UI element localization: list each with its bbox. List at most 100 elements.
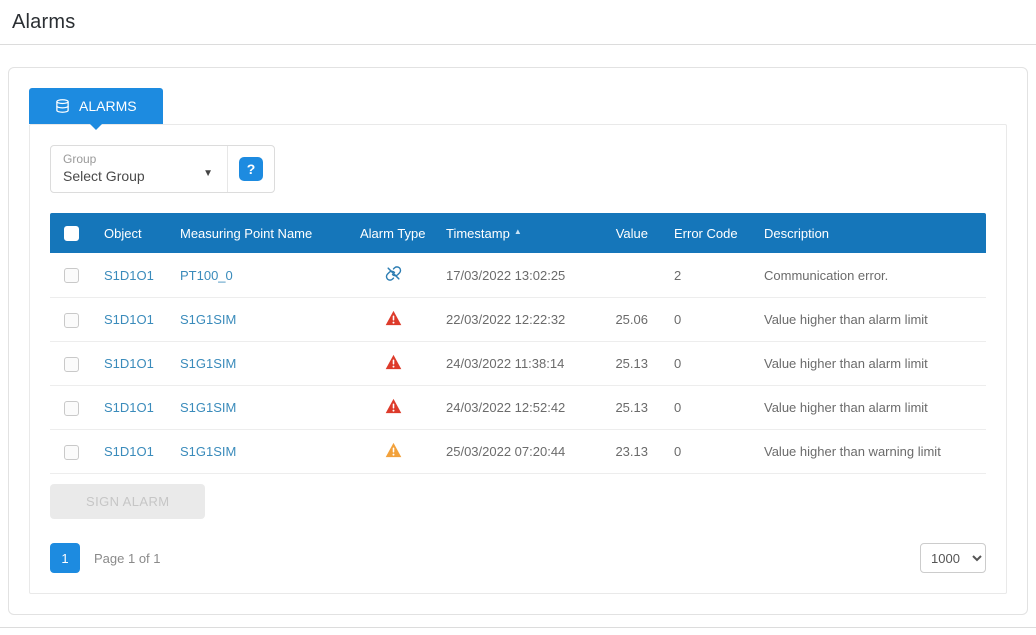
object-cell: S1D1O1 [94, 298, 170, 342]
measuring-point-link[interactable]: S1G1SIM [180, 356, 236, 371]
alarms-table: Object Measuring Point Name Alarm Type T… [50, 213, 986, 474]
row-checkbox-cell [50, 298, 94, 342]
alarm-type-cell [350, 342, 436, 386]
value-cell [598, 253, 658, 298]
object-link[interactable]: S1D1O1 [104, 444, 154, 459]
table-row: S1D1O1 S1G1SIM 24/03/2022 12:52:4225.130Va… [50, 386, 986, 430]
select-all-checkbox[interactable] [64, 226, 79, 241]
description-cell: Value higher than warning limit [754, 430, 986, 474]
column-header-value[interactable]: Value [598, 213, 658, 253]
value-cell: 25.13 [598, 386, 658, 430]
column-header-alarm-type[interactable]: Alarm Type [350, 213, 436, 253]
value-cell: 25.06 [598, 298, 658, 342]
row-checkbox[interactable] [64, 357, 79, 372]
column-header-error-code[interactable]: Error Code [658, 213, 754, 253]
chevron-down-icon: ▼ [203, 168, 213, 179]
value-cell: 25.13 [598, 342, 658, 386]
timestamp-cell: 17/03/2022 13:02:25 [436, 253, 598, 298]
timestamp-header-label: Timestamp [446, 226, 510, 241]
measuring-point-link[interactable]: PT100_0 [180, 268, 233, 283]
bottom-divider [0, 627, 1036, 635]
table-row: S1D1O1 S1G1SIM 25/03/2022 07:20:4423.130Va… [50, 430, 986, 474]
timestamp-cell: 25/03/2022 07:20:44 [436, 430, 598, 474]
pagination: 1 Page 1 of 1 1000 [50, 519, 986, 573]
row-checkbox[interactable] [64, 268, 79, 283]
row-checkbox-cell [50, 386, 94, 430]
database-icon [55, 98, 70, 114]
page-1-button[interactable]: 1 [50, 543, 80, 573]
warning-triangle-icon [385, 442, 402, 458]
group-selected-value: Select Group [63, 167, 145, 186]
row-checkbox-cell [50, 253, 94, 298]
sort-asc-icon: ▲ [514, 227, 522, 236]
column-header-timestamp[interactable]: Timestamp ▲ [436, 213, 598, 253]
error-code-cell: 0 [658, 430, 754, 474]
page-size-select[interactable]: 1000 [920, 543, 986, 573]
measuring-point-link[interactable]: S1G1SIM [180, 444, 236, 459]
table-header-row: Object Measuring Point Name Alarm Type T… [50, 213, 986, 253]
alarms-card: ALARMS Group Select Group ▼ ? [8, 67, 1028, 615]
page-title: Alarms [12, 11, 75, 34]
pagination-pages: 1 Page 1 of 1 [50, 543, 161, 573]
tab-alarms-label: ALARMS [79, 98, 137, 114]
page-header: Alarms [0, 0, 1036, 45]
alarm-type-cell [350, 386, 436, 430]
object-cell: S1D1O1 [94, 386, 170, 430]
measuring-point-cell: S1G1SIM [170, 430, 350, 474]
timestamp-cell: 24/03/2022 12:52:42 [436, 386, 598, 430]
broken-link-icon [385, 265, 402, 282]
timestamp-cell: 24/03/2022 11:38:14 [436, 342, 598, 386]
help-button[interactable]: ? [227, 146, 274, 192]
error-code-cell: 0 [658, 386, 754, 430]
alarms-panel: Group Select Group ▼ ? Object Measuring … [29, 124, 1007, 594]
alarm-triangle-icon [385, 398, 402, 414]
object-link[interactable]: S1D1O1 [104, 268, 154, 283]
measuring-point-link[interactable]: S1G1SIM [180, 312, 236, 327]
object-cell: S1D1O1 [94, 253, 170, 298]
select-all-cell [50, 213, 94, 253]
group-select-dropdown[interactable]: Group Select Group ▼ [51, 146, 227, 192]
group-label: Group [63, 151, 145, 167]
alarm-type-cell [350, 298, 436, 342]
description-cell: Value higher than alarm limit [754, 342, 986, 386]
measuring-point-link[interactable]: S1G1SIM [180, 400, 236, 415]
alarm-type-cell [350, 253, 436, 298]
error-code-cell: 0 [658, 342, 754, 386]
object-cell: S1D1O1 [94, 342, 170, 386]
row-checkbox[interactable] [64, 313, 79, 328]
description-cell: Value higher than alarm limit [754, 298, 986, 342]
tab-row: ALARMS [29, 88, 1007, 124]
alarm-type-cell [350, 430, 436, 474]
value-cell: 23.13 [598, 430, 658, 474]
alarm-triangle-icon [385, 310, 402, 326]
column-header-description[interactable]: Description [754, 213, 986, 253]
measuring-point-cell: S1G1SIM [170, 298, 350, 342]
question-mark-icon: ? [239, 157, 263, 181]
measuring-point-cell: S1G1SIM [170, 342, 350, 386]
timestamp-cell: 22/03/2022 12:22:32 [436, 298, 598, 342]
group-filter-box: Group Select Group ▼ ? [50, 145, 275, 193]
row-checkbox-cell [50, 342, 94, 386]
object-link[interactable]: S1D1O1 [104, 356, 154, 371]
object-link[interactable]: S1D1O1 [104, 400, 154, 415]
alarm-triangle-icon [385, 354, 402, 370]
error-code-cell: 0 [658, 298, 754, 342]
table-row: S1D1O1PT100_017/03/2022 13:02:252Communi… [50, 253, 986, 298]
sign-alarm-button[interactable]: SIGN ALARM [50, 484, 205, 519]
measuring-point-cell: S1G1SIM [170, 386, 350, 430]
group-select-texts: Group Select Group [63, 151, 145, 186]
row-checkbox[interactable] [64, 445, 79, 460]
tab-alarms[interactable]: ALARMS [29, 88, 163, 124]
object-cell: S1D1O1 [94, 430, 170, 474]
column-header-object[interactable]: Object [94, 213, 170, 253]
object-link[interactable]: S1D1O1 [104, 312, 154, 327]
description-cell: Value higher than alarm limit [754, 386, 986, 430]
table-row: S1D1O1 S1G1SIM 22/03/2022 12:22:3225.060Va… [50, 298, 986, 342]
column-header-measuring-point[interactable]: Measuring Point Name [170, 213, 350, 253]
page-info-label: Page 1 of 1 [94, 551, 161, 566]
row-checkbox[interactable] [64, 401, 79, 416]
table-row: S1D1O1 S1G1SIM 24/03/2022 11:38:1425.130Va… [50, 342, 986, 386]
description-cell: Communication error. [754, 253, 986, 298]
measuring-point-cell: PT100_0 [170, 253, 350, 298]
row-checkbox-cell [50, 430, 94, 474]
